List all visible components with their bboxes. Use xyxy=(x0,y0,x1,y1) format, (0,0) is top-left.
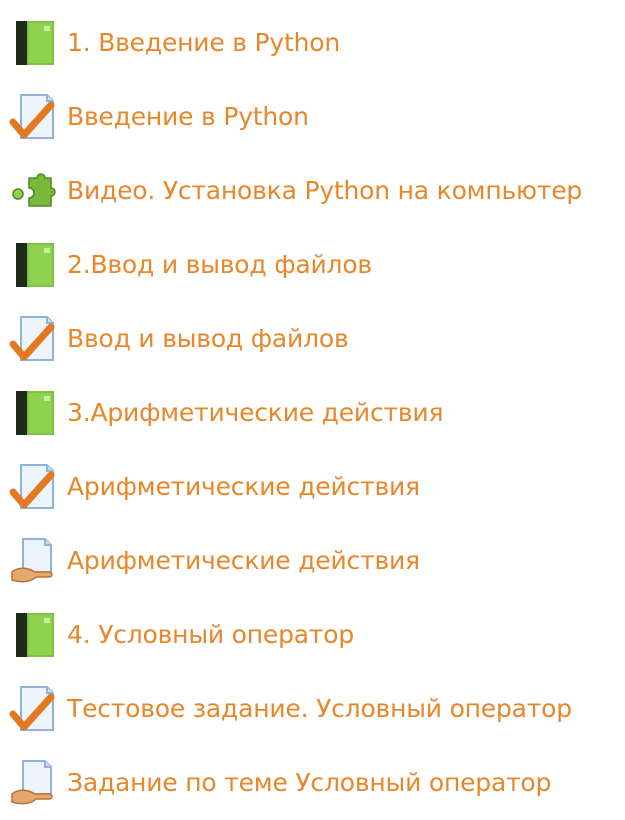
activity-link[interactable]: Тестовое задание. Условный оператор xyxy=(67,694,572,724)
activity-item-lti[interactable]: Видео. Установка Python на компьютер xyxy=(0,154,625,228)
quiz-icon xyxy=(9,684,59,734)
activity-link[interactable]: Задание по теме Условный оператор xyxy=(67,768,551,798)
activity-link[interactable]: Видео. Установка Python на компьютер xyxy=(67,176,582,206)
course-activity-list: 1. Введение в Python Введение в Python В… xyxy=(0,6,625,820)
activity-item-book[interactable]: 2.Ввод и вывод файлов xyxy=(0,228,625,302)
activity-item-quiz[interactable]: Арифметические действия xyxy=(0,450,625,524)
assignment-icon xyxy=(9,758,59,808)
activity-item-quiz[interactable]: Тестовое задание. Условный оператор xyxy=(0,672,625,746)
assignment-icon xyxy=(9,536,59,586)
activity-item-quiz[interactable]: Ввод и вывод файлов xyxy=(0,302,625,376)
activity-link[interactable]: 3.Арифметические действия xyxy=(67,398,444,428)
activity-item-quiz[interactable]: Введение в Python xyxy=(0,80,625,154)
activity-item-assignment[interactable]: Арифметические действия xyxy=(0,524,625,598)
book-icon xyxy=(9,18,59,68)
activity-item-book[interactable]: 1. Введение в Python xyxy=(0,6,625,80)
quiz-icon xyxy=(9,92,59,142)
book-icon xyxy=(9,610,59,660)
quiz-icon xyxy=(9,462,59,512)
book-icon xyxy=(9,240,59,290)
activity-link[interactable]: 4. Условный оператор xyxy=(67,620,354,650)
activity-item-book[interactable]: 4. Условный оператор xyxy=(0,598,625,672)
activity-link[interactable]: 1. Введение в Python xyxy=(67,28,340,58)
activity-link[interactable]: Введение в Python xyxy=(67,102,309,132)
puzzle-icon xyxy=(9,166,59,216)
book-icon xyxy=(9,388,59,438)
activity-link[interactable]: 2.Ввод и вывод файлов xyxy=(67,250,372,280)
activity-link[interactable]: Арифметические действия xyxy=(67,472,420,502)
activity-item-book[interactable]: 3.Арифметические действия xyxy=(0,376,625,450)
activity-link[interactable]: Ввод и вывод файлов xyxy=(67,324,349,354)
activity-item-assignment[interactable]: Задание по теме Условный оператор xyxy=(0,746,625,820)
quiz-icon xyxy=(9,314,59,364)
activity-link[interactable]: Арифметические действия xyxy=(67,546,420,576)
